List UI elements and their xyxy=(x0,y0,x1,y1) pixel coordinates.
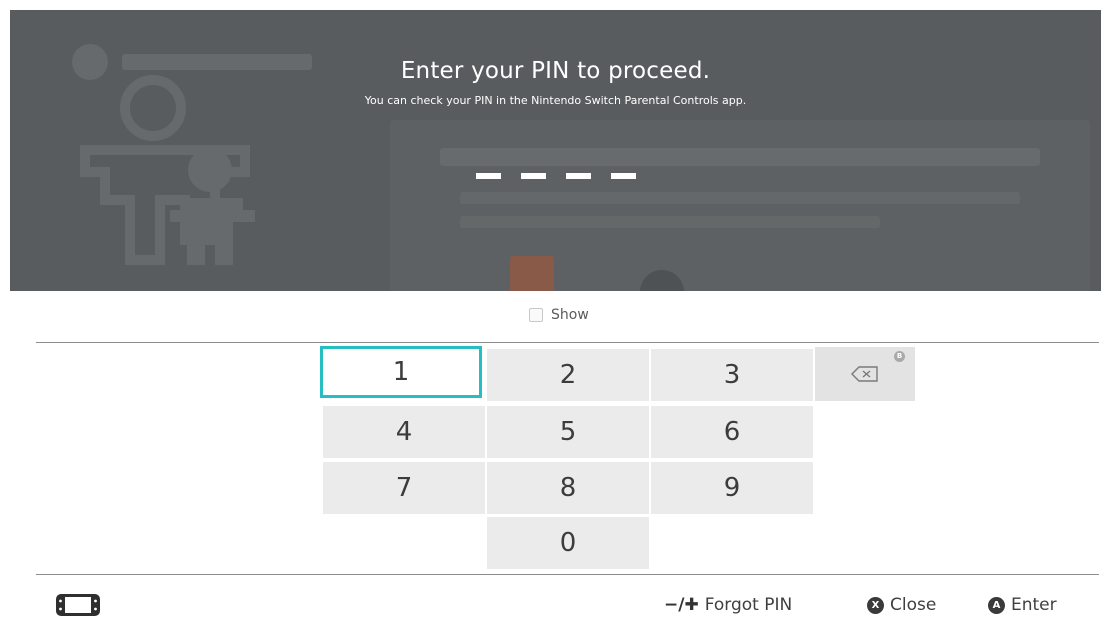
pin-slot xyxy=(566,173,591,179)
key-9[interactable]: 9 xyxy=(651,462,813,514)
enter-label: Enter xyxy=(1011,595,1057,615)
forgot-pin-label: Forgot PIN xyxy=(704,595,793,615)
b-button-badge: B xyxy=(894,351,905,362)
divider xyxy=(36,342,1099,343)
pin-slot xyxy=(611,173,636,179)
pin-subheading: You can check your PIN in the Nintendo S… xyxy=(364,94,747,107)
handheld-console-icon xyxy=(56,594,100,616)
key-2[interactable]: 2 xyxy=(487,349,649,401)
forgot-pin-button[interactable]: −/✚ Forgot PIN xyxy=(664,592,792,618)
divider xyxy=(36,574,1099,575)
key-5[interactable]: 5 xyxy=(487,406,649,458)
backspace-icon xyxy=(851,366,878,382)
key-1[interactable]: 1 xyxy=(320,346,482,398)
pin-heading: Enter your PIN to proceed. xyxy=(400,58,711,84)
pin-entry-slots xyxy=(476,173,636,179)
key-6[interactable]: 6 xyxy=(651,406,813,458)
key-4[interactable]: 4 xyxy=(323,406,485,458)
key-0[interactable]: 0 xyxy=(487,517,649,569)
key-7[interactable]: 7 xyxy=(323,462,485,514)
background-app-card xyxy=(390,120,1090,291)
show-pin-checkbox[interactable] xyxy=(529,308,543,322)
pin-slot xyxy=(521,173,546,179)
show-pin-toggle[interactable]: Show xyxy=(529,305,589,325)
close-button[interactable]: X Close xyxy=(867,592,936,618)
a-button-icon: A xyxy=(988,596,1005,614)
pin-slot xyxy=(476,173,501,179)
key-3[interactable]: 3 xyxy=(651,349,813,401)
x-button-icon: X xyxy=(867,596,884,614)
show-pin-label: Show xyxy=(551,307,589,323)
key-8[interactable]: 8 xyxy=(487,462,649,514)
close-label: Close xyxy=(890,595,937,615)
enter-button[interactable]: A Enter xyxy=(988,592,1057,618)
minus-plus-icon: −/✚ xyxy=(664,595,699,615)
pin-dialog-overlay: Enter your PIN to proceed. You can check… xyxy=(10,10,1101,291)
parental-controls-figure-icon xyxy=(80,75,255,265)
